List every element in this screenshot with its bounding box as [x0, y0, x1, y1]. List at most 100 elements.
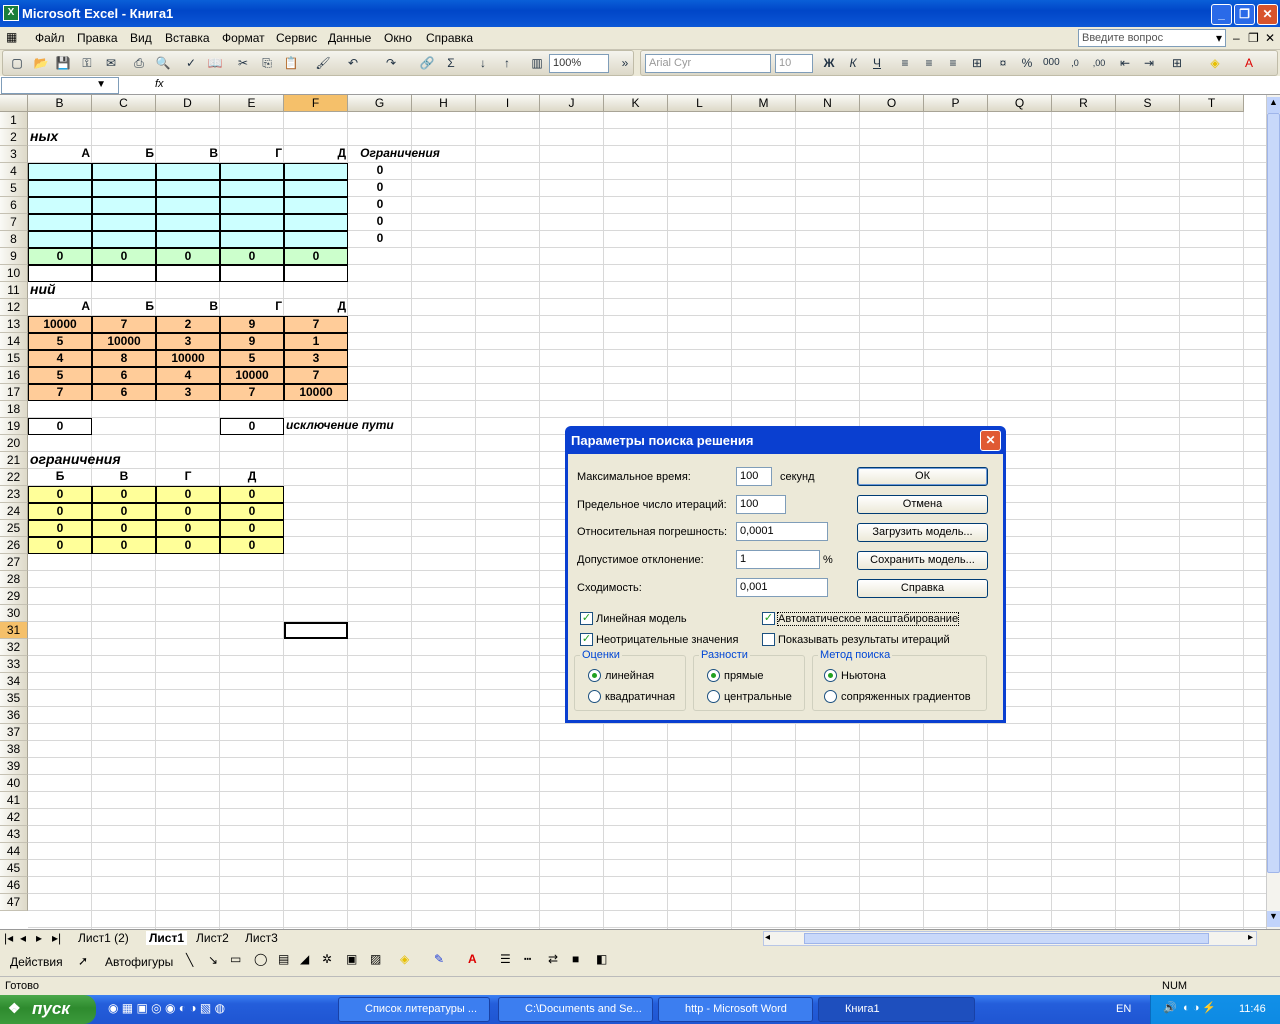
- next-sheet-icon[interactable]: ▸: [36, 931, 42, 945]
- header-cell[interactable]: Д: [220, 469, 284, 486]
- language-indicator[interactable]: EN: [1116, 1003, 1131, 1015]
- row-header-25[interactable]: 25: [0, 520, 28, 537]
- derivatives-central-label[interactable]: центральные: [724, 691, 792, 703]
- sum-cell[interactable]: 0: [28, 248, 92, 265]
- matrix-cell[interactable]: 4: [28, 350, 92, 367]
- first-sheet-icon[interactable]: |◂: [4, 931, 13, 945]
- fx-icon[interactable]: fx: [155, 78, 164, 90]
- row-header-20[interactable]: 20: [0, 435, 28, 452]
- input-cell[interactable]: [156, 197, 220, 214]
- matrix-cell[interactable]: 7: [284, 367, 348, 384]
- decrease-decimal-icon[interactable]: ,00: [1091, 55, 1107, 71]
- iterations-input[interactable]: 100: [736, 495, 786, 514]
- header-cell[interactable]: Б: [92, 146, 156, 163]
- select-objects-icon[interactable]: ➚: [78, 954, 88, 968]
- matrix-cell[interactable]: 5: [220, 350, 284, 367]
- matrix-cell[interactable]: 9: [220, 333, 284, 350]
- search-newton-label[interactable]: Ньютона: [841, 670, 886, 682]
- empty-border-cell[interactable]: [156, 265, 220, 282]
- column-header-T[interactable]: T: [1180, 95, 1244, 112]
- constraint-cell[interactable]: 0: [28, 503, 92, 520]
- menu-window[interactable]: Окно: [384, 31, 412, 45]
- input-cell[interactable]: [92, 231, 156, 248]
- actions-menu[interactable]: Действия: [10, 955, 63, 969]
- matrix-cell[interactable]: 2: [156, 316, 220, 333]
- menu-edit[interactable]: Правка: [77, 31, 118, 45]
- menu-help[interactable]: Справка: [426, 31, 473, 45]
- header-cell[interactable]: Д: [284, 146, 348, 163]
- constraint-cell[interactable]: 0: [156, 503, 220, 520]
- paste-icon[interactable]: 📋: [283, 55, 299, 71]
- row-header-31[interactable]: 31: [0, 622, 28, 639]
- vertical-scroll-thumb[interactable]: [1267, 113, 1280, 873]
- merge-center-icon[interactable]: ⊞: [969, 55, 985, 71]
- row-header-13[interactable]: 13: [0, 316, 28, 333]
- constraint-value[interactable]: 0: [348, 163, 412, 180]
- load-model-button[interactable]: Загрузить модель...: [857, 523, 988, 542]
- row-header-12[interactable]: 12: [0, 299, 28, 316]
- row-header-18[interactable]: 18: [0, 401, 28, 418]
- volume-icon[interactable]: 🔊: [1163, 1001, 1177, 1014]
- textbox-icon[interactable]: ▤: [278, 952, 289, 966]
- constraint-value[interactable]: 0: [348, 197, 412, 214]
- row-header-43[interactable]: 43: [0, 826, 28, 843]
- help-button[interactable]: Справка: [857, 579, 988, 598]
- menu-file[interactable]: Файл: [35, 31, 65, 45]
- header-cell[interactable]: Г: [220, 299, 284, 316]
- spelling-icon[interactable]: ✓: [183, 55, 199, 71]
- ask-dropdown-icon[interactable]: ▾: [1216, 31, 1222, 45]
- wordart-icon[interactable]: ◢: [300, 952, 309, 966]
- linear-model-checkbox[interactable]: ✓: [580, 612, 593, 625]
- task-word-http[interactable]: http - Microsoft Word: [658, 997, 813, 1022]
- empty-border-cell[interactable]: [284, 265, 348, 282]
- scroll-down-icon[interactable]: ▼: [1267, 911, 1280, 927]
- input-cell[interactable]: [220, 163, 284, 180]
- font-color-icon[interactable]: A: [1241, 55, 1257, 71]
- column-header-O[interactable]: O: [860, 95, 924, 112]
- line-color-icon[interactable]: ✎: [434, 952, 444, 966]
- input-cell[interactable]: [28, 197, 92, 214]
- row-header-5[interactable]: 5: [0, 180, 28, 197]
- column-header-N[interactable]: N: [796, 95, 860, 112]
- increase-indent-icon[interactable]: ⇥: [1141, 55, 1157, 71]
- row-header-29[interactable]: 29: [0, 588, 28, 605]
- matrix-cell[interactable]: 6: [92, 367, 156, 384]
- font-size-combo[interactable]: 10: [775, 54, 813, 73]
- constraint-value[interactable]: 0: [348, 214, 412, 231]
- row-header-4[interactable]: 4: [0, 163, 28, 180]
- row-header-1[interactable]: 1: [0, 112, 28, 129]
- row-header-7[interactable]: 7: [0, 214, 28, 231]
- sum-cell[interactable]: 0: [156, 248, 220, 265]
- input-cell[interactable]: [156, 180, 220, 197]
- input-cell[interactable]: [28, 163, 92, 180]
- prev-sheet-icon[interactable]: ◂: [20, 931, 26, 945]
- auto-scaling-checkbox[interactable]: ✓: [762, 612, 775, 625]
- print-preview-icon[interactable]: 🔍: [155, 55, 171, 71]
- diagram-icon[interactable]: ✲: [322, 952, 332, 966]
- dash-style-icon[interactable]: ┅: [524, 952, 531, 966]
- constraint-cell[interactable]: 0: [220, 503, 284, 520]
- empty-border-cell[interactable]: [220, 265, 284, 282]
- horizontal-scroll-thumb[interactable]: [804, 933, 1209, 944]
- row-header-42[interactable]: 42: [0, 809, 28, 826]
- column-header-S[interactable]: S: [1116, 95, 1180, 112]
- sort-asc-icon[interactable]: ↓: [475, 55, 491, 71]
- input-cell[interactable]: [28, 180, 92, 197]
- matrix-cell[interactable]: 10000: [28, 316, 92, 333]
- sum-cell[interactable]: 0: [92, 248, 156, 265]
- matrix-cell[interactable]: 7: [220, 384, 284, 401]
- increase-decimal-icon[interactable]: ,0: [1067, 55, 1083, 71]
- column-header-L[interactable]: L: [668, 95, 732, 112]
- row-header-24[interactable]: 24: [0, 503, 28, 520]
- column-header-R[interactable]: R: [1052, 95, 1116, 112]
- oval-icon[interactable]: ◯: [254, 952, 267, 966]
- constraint-cell[interactable]: 0: [28, 486, 92, 503]
- constraint-cell[interactable]: 0: [156, 537, 220, 554]
- rectangle-icon[interactable]: ▭: [230, 952, 241, 966]
- convergence-input[interactable]: 0,001: [736, 578, 828, 597]
- input-cell[interactable]: [220, 214, 284, 231]
- input-cell[interactable]: [28, 214, 92, 231]
- autosum-icon[interactable]: Σ: [443, 55, 459, 71]
- row-header-17[interactable]: 17: [0, 384, 28, 401]
- show-iterations-label[interactable]: Показывать результаты итераций: [778, 634, 950, 646]
